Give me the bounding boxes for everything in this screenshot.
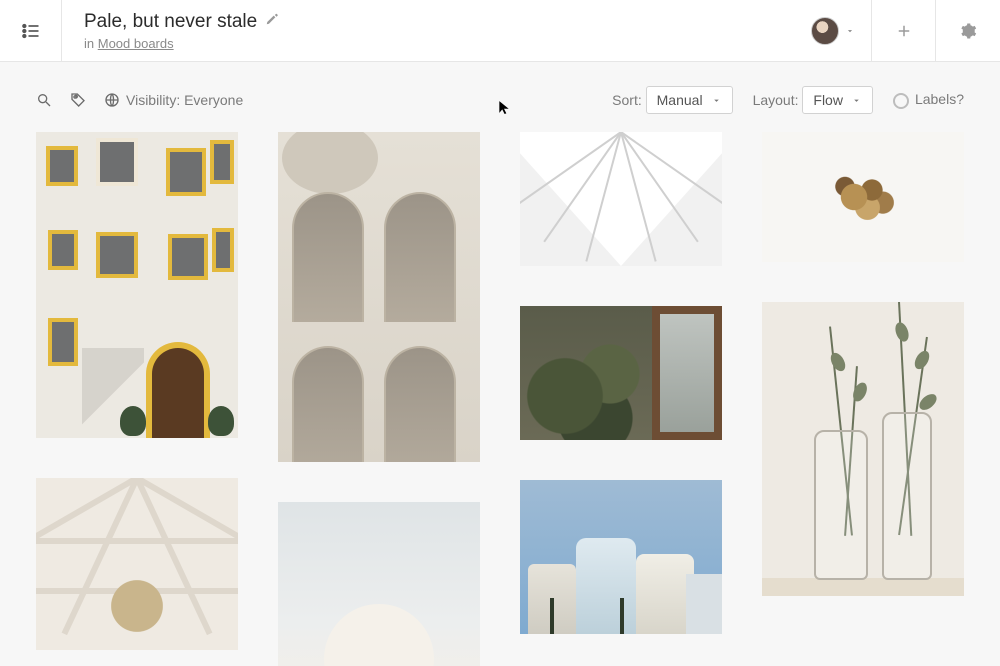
gallery-item[interactable]: [762, 302, 964, 596]
gallery-item[interactable]: [36, 132, 238, 438]
gallery-item[interactable]: [520, 480, 722, 634]
tag-filter-button[interactable]: [70, 92, 86, 108]
gallery-item[interactable]: [36, 478, 238, 650]
plus-icon: [895, 22, 913, 40]
visibility-button[interactable]: Visibility: Everyone: [104, 92, 243, 108]
radio-icon: [893, 93, 909, 109]
gallery-column: [36, 132, 238, 666]
board-title[interactable]: Pale, but never stale: [84, 11, 257, 33]
menu-button[interactable]: [0, 0, 62, 61]
settings-button[interactable]: [936, 0, 1000, 61]
labels-label: Labels?: [915, 91, 964, 107]
gallery-column: [278, 132, 480, 666]
gallery-item[interactable]: [520, 306, 722, 440]
toolbar: Visibility: Everyone Sort: Manual Layout…: [0, 62, 1000, 132]
edit-title-button[interactable]: [265, 12, 279, 31]
gallery-item[interactable]: [278, 502, 480, 666]
chevron-down-icon: [711, 95, 722, 106]
layout-select[interactable]: Flow: [802, 86, 873, 114]
gallery-item[interactable]: [278, 132, 480, 462]
user-menu[interactable]: [795, 0, 872, 61]
gear-icon: [959, 22, 977, 40]
chevron-down-icon: [845, 26, 855, 36]
list-icon: [21, 21, 41, 41]
breadcrumb: in Mood boards: [84, 36, 795, 51]
breadcrumb-link[interactable]: Mood boards: [98, 36, 174, 51]
gallery-column: [762, 132, 964, 666]
add-button[interactable]: [872, 0, 936, 61]
breadcrumb-prefix: in: [84, 36, 98, 51]
sort-value: Manual: [657, 92, 703, 108]
gallery-column: [520, 132, 722, 666]
layout-value: Flow: [813, 92, 843, 108]
pencil-icon: [265, 12, 279, 26]
app-header: Pale, but never stale in Mood boards: [0, 0, 1000, 62]
search-button[interactable]: [36, 92, 52, 108]
toolbar-left: Visibility: Everyone: [36, 92, 243, 108]
search-icon: [36, 92, 52, 108]
globe-icon: [104, 92, 120, 108]
sort-label: Sort:: [612, 92, 642, 108]
title-block: Pale, but never stale in Mood boards: [62, 0, 795, 61]
header-right: [795, 0, 1000, 61]
visibility-label: Visibility: Everyone: [126, 92, 243, 108]
labels-toggle[interactable]: Labels?: [893, 91, 964, 108]
sort-group: Sort: Manual: [612, 86, 732, 114]
tag-icon: [70, 92, 86, 108]
gallery: [0, 132, 1000, 666]
toolbar-right: Sort: Manual Layout: Flow Labels?: [612, 86, 964, 114]
chevron-down-icon: [851, 95, 862, 106]
layout-group: Layout: Flow: [753, 86, 873, 114]
layout-label: Layout:: [753, 92, 799, 108]
gallery-item[interactable]: [762, 132, 964, 262]
sort-select[interactable]: Manual: [646, 86, 733, 114]
gallery-item[interactable]: [520, 132, 722, 266]
avatar: [811, 17, 839, 45]
